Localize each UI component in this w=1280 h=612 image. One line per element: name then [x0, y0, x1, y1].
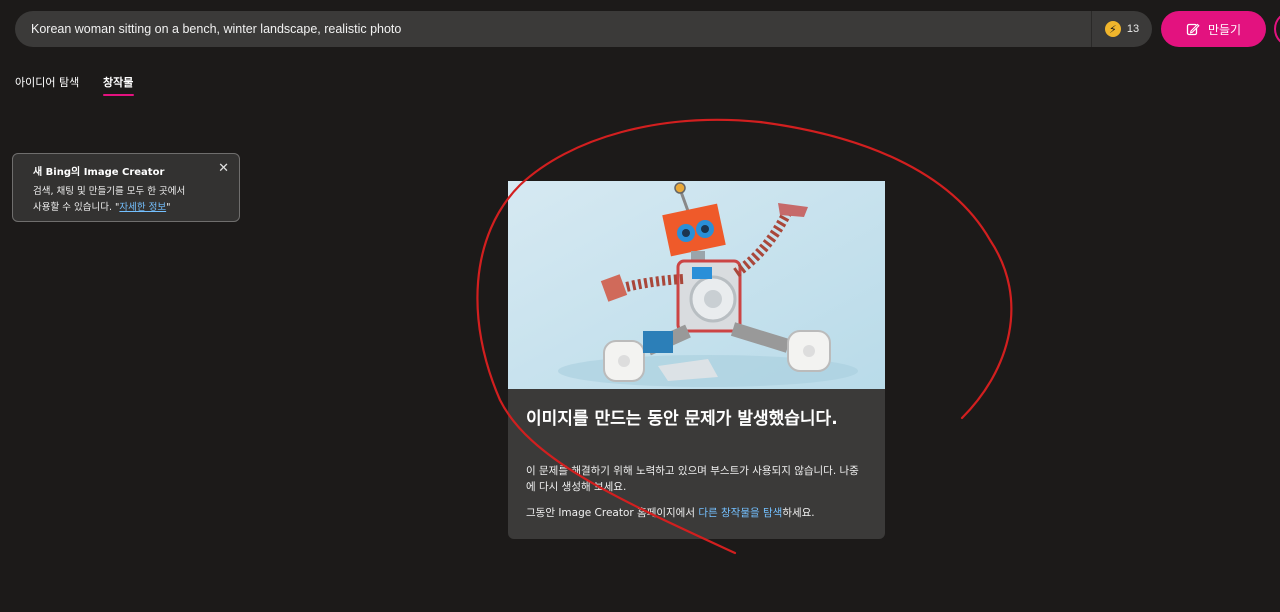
boost-counter[interactable]: ⚡ 13	[1091, 11, 1152, 47]
learn-more-link[interactable]: 자세한 정보	[119, 202, 166, 213]
error-title: 이미지를 만드는 동안 문제가 발생했습니다.	[526, 409, 838, 429]
tab-creations[interactable]: 창작물	[103, 74, 133, 90]
prompt-bar: ⚡ 13	[15, 11, 1152, 47]
tooltip-text: 검색, 채팅 및 만들기를 모두 한 곳에서 사용할 수 있습니다. "자세한 …	[33, 184, 219, 216]
profile-avatar[interactable]	[1274, 11, 1280, 47]
bolt-icon: ⚡	[1104, 21, 1121, 37]
tooltip-line2-prefix: 사용할 수 있습니다. "	[33, 202, 120, 213]
explore-creations-link[interactable]: 다른 창작물을 탐색	[698, 507, 782, 519]
create-button-label: 만들기	[1207, 22, 1242, 37]
tooltip-title: 새 Bing의 Image Creator	[33, 167, 165, 178]
tooltip-line1: 검색, 채팅 및 만들기를 모두 한 곳에서	[33, 186, 186, 197]
prompt-input[interactable]	[31, 11, 1081, 47]
close-icon[interactable]: ✕	[218, 162, 229, 176]
explore-suffix: 하세요.	[782, 507, 815, 519]
tooltip-line2-suffix: "	[166, 202, 171, 213]
tab-explore-ideas[interactable]: 아이디어 탐색	[15, 74, 79, 90]
robot-illustration	[508, 181, 885, 389]
error-message: 이 문제를 해결하기 위해 노력하고 있으며 부스트가 사용되지 않습니다. 나…	[526, 465, 859, 493]
create-button[interactable]: 만들기	[1161, 11, 1266, 47]
boost-count: 13	[1126, 23, 1140, 35]
create-icon	[1186, 22, 1200, 36]
error-card: 이미지를 만드는 동안 문제가 발생했습니다. 이 문제를 해결하기 위해 노력…	[508, 181, 885, 539]
explore-prefix: 그동안 Image Creator 홈페이지에서	[526, 507, 699, 519]
active-tab-indicator	[103, 94, 134, 96]
explore-text: 그동안 Image Creator 홈페이지에서 다른 창작물을 탐색하세요.	[526, 505, 866, 521]
info-tooltip: 새 Bing의 Image Creator 검색, 채팅 및 만들기를 모두 한…	[12, 153, 240, 222]
